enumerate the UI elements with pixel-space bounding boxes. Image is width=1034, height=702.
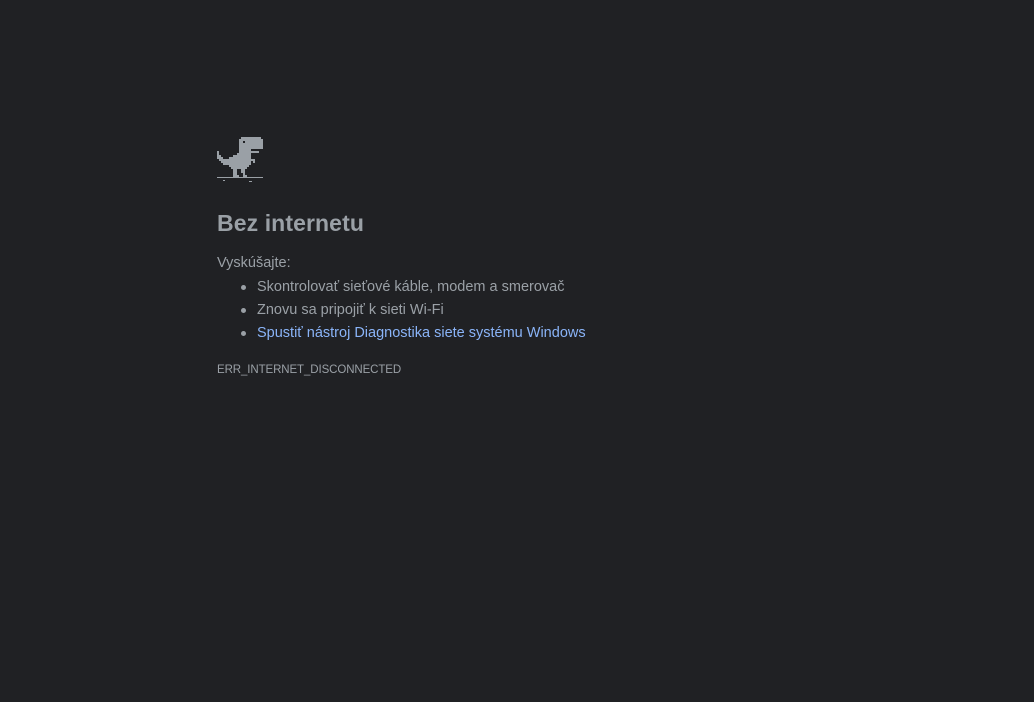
error-code: ERR_INTERNET_DISCONNECTED: [217, 364, 402, 376]
suggestion-check-cables: Skontrolovať sieťové káble, modem a smer…: [217, 276, 817, 299]
suggestions-list: Skontrolovať sieťové káble, modem a smer…: [217, 276, 817, 345]
suggestion-label: Znovu sa pripojiť k sieti Wi-Fi: [257, 302, 444, 318]
error-content: Bez internetu Vyskúšajte: Skontrolovať s…: [217, 135, 817, 378]
offline-dino-icon[interactable]: [217, 135, 263, 183]
suggestions-heading: Vyskúšajte:: [217, 255, 291, 271]
bullet-icon: [241, 285, 246, 290]
suggestion-label: Skontrolovať sieťové káble, modem a smer…: [257, 279, 565, 295]
bullet-icon: [241, 308, 246, 313]
suggestion-reconnect-wifi: Znovu sa pripojiť k sieti Wi-Fi: [217, 299, 817, 322]
page-title: Bez internetu: [217, 210, 364, 236]
error-page: Bez internetu Vyskúšajte: Skontrolovať s…: [0, 0, 1034, 702]
bullet-icon: [241, 331, 246, 336]
network-diagnostics-link[interactable]: Spustiť nástroj Diagnostika siete systém…: [257, 325, 586, 341]
suggestion-run-diagnostics: Spustiť nástroj Diagnostika siete systém…: [217, 322, 817, 345]
